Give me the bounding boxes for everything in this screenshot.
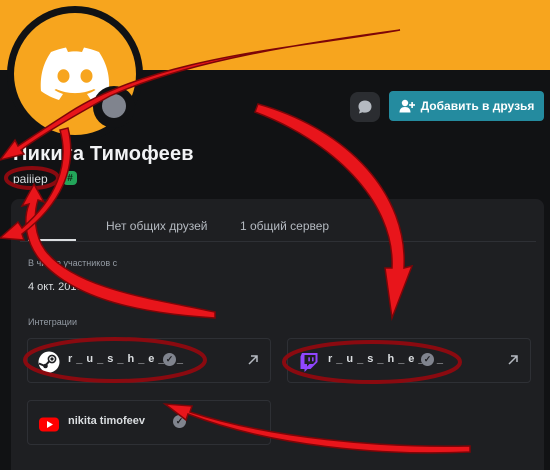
external-link-icon[interactable] [506, 353, 520, 367]
integration-twitch[interactable]: r_u_s_h_e_r_ ✓ [287, 338, 531, 383]
integration-youtube[interactable]: nikita timofeev ✓ [27, 400, 271, 445]
tabs-divider [20, 241, 536, 242]
offline-status-icon [102, 94, 126, 118]
display-name: Никита Тимофеев [13, 143, 194, 165]
add-friend-label: Добавить в друзья [420, 99, 535, 113]
steam-icon [38, 351, 60, 373]
tab-mutual-servers[interactable]: 1 общий сервер [240, 219, 329, 233]
chat-bubble-icon [358, 100, 372, 114]
add-friend-button[interactable]: Добавить в друзья [389, 91, 544, 121]
verified-icon: ✓ [173, 415, 186, 428]
hashtag-badge-icon: # [63, 171, 77, 185]
youtube-icon [39, 417, 59, 432]
add-user-icon [399, 99, 415, 113]
integrations-label: Интеграции [28, 317, 77, 327]
member-since-value: 4 окт. 2018 г. [28, 281, 92, 293]
youtube-account-name: nikita timofeev [68, 415, 146, 427]
member-since-label: В числе участников с [28, 258, 118, 268]
tab-mutual-friends[interactable]: Нет общих друзей [106, 219, 208, 233]
send-message-button[interactable] [350, 92, 380, 122]
twitch-icon [300, 353, 318, 372]
verified-icon: ✓ [163, 353, 176, 366]
integration-steam[interactable]: r_u_s_h_e_r_ ✓ [27, 338, 271, 383]
username: раiiiер [13, 172, 48, 186]
verified-icon: ✓ [421, 353, 434, 366]
external-link-icon[interactable] [246, 353, 260, 367]
